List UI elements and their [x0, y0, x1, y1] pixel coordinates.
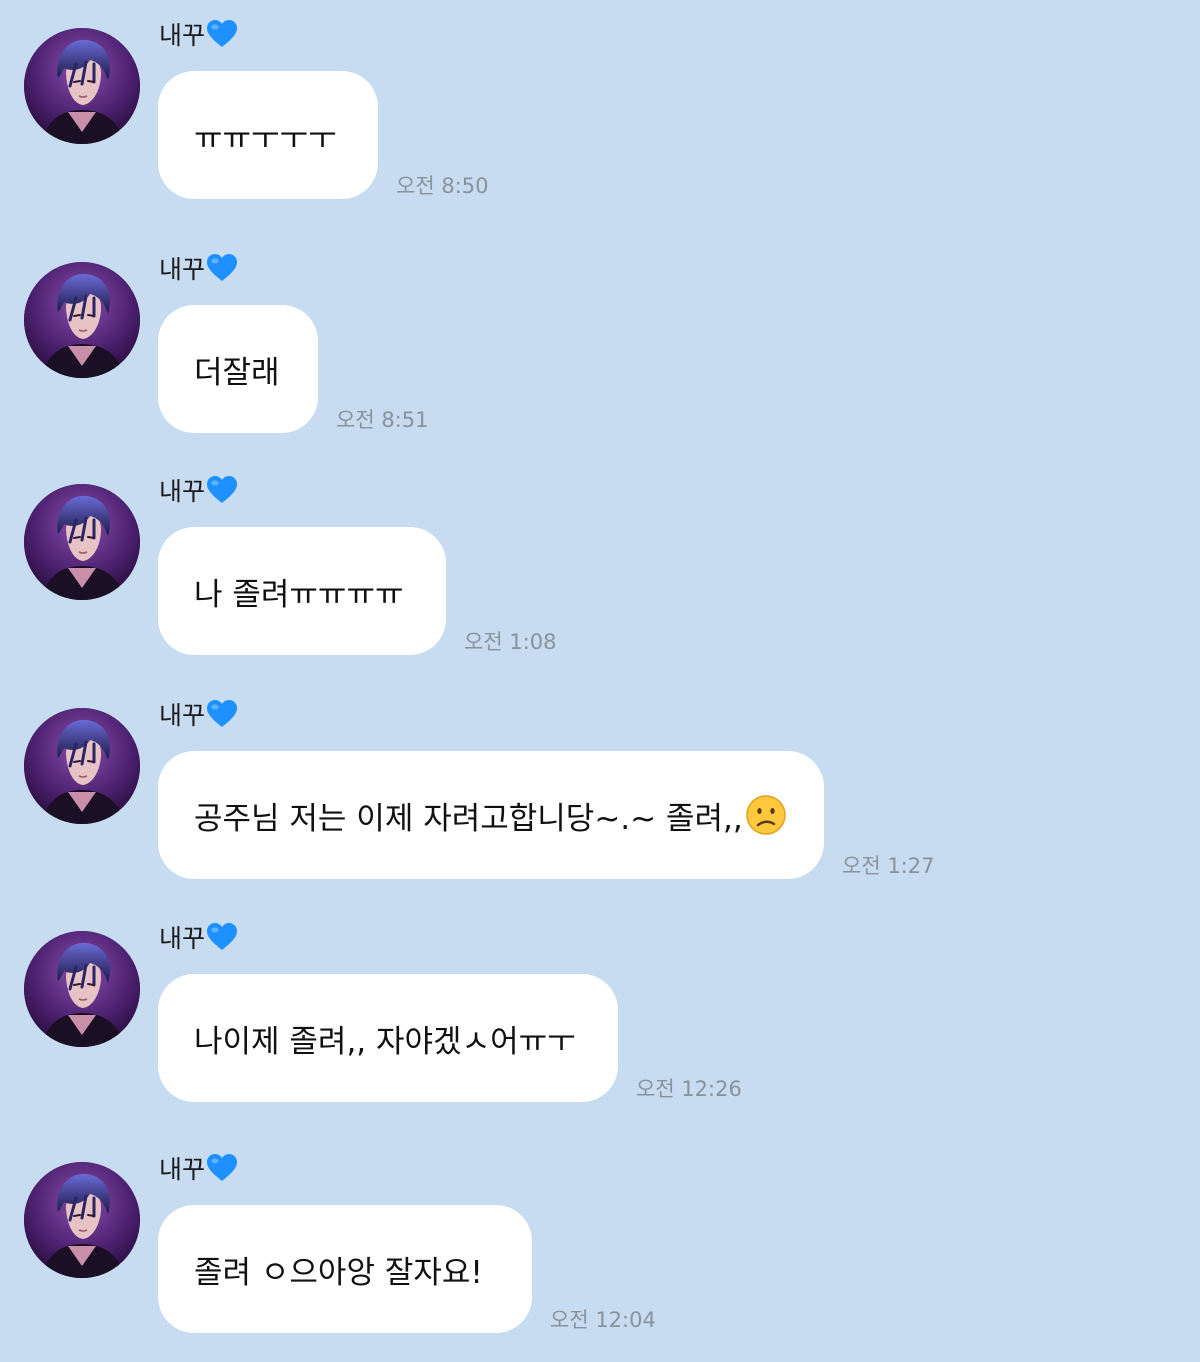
message-bubble[interactable]: 나이제 졸려,, 자야겠ㅅ어ㅠㅜ — [158, 974, 618, 1102]
sender-name: 내꾸 — [159, 250, 238, 286]
blue-heart-icon — [206, 253, 238, 283]
message-time: 오전 1:27 — [842, 854, 935, 878]
message-time: 오전 8:50 — [396, 174, 489, 198]
sender-name-text: 내꾸 — [159, 701, 206, 730]
message-bubble[interactable]: 더잘래 — [158, 305, 318, 433]
avatar[interactable] — [24, 931, 140, 1047]
avatar[interactable] — [24, 1162, 140, 1278]
message-text: 공주님 저는 이제 자려고합니당~.~ 졸려,, — [194, 800, 743, 837]
blue-heart-icon — [206, 922, 238, 952]
message-text: 나 졸려ㅠㅠㅠㅠ — [194, 576, 404, 613]
avatar[interactable] — [24, 262, 140, 378]
message-time: 오전 1:08 — [464, 630, 557, 654]
sender-name: 내꾸 — [159, 1150, 238, 1186]
blue-heart-icon — [206, 475, 238, 505]
message-time: 오전 8:51 — [336, 408, 429, 432]
sender-name-text: 내꾸 — [159, 1155, 206, 1184]
message-row: 내꾸 나 졸려ㅠㅠㅠㅠ 오전 1:08 — [0, 476, 1200, 684]
blue-heart-icon — [206, 1153, 238, 1183]
avatar[interactable] — [24, 708, 140, 824]
confused-face-icon — [745, 794, 787, 836]
blue-heart-icon — [206, 699, 238, 729]
message-bubble[interactable]: 졸려 ㅇ으아앙 잘자요! — [158, 1205, 532, 1333]
message-bubble[interactable]: 나 졸려ㅠㅠㅠㅠ — [158, 527, 446, 655]
sender-name: 내꾸 — [159, 696, 238, 732]
sender-name: 내꾸 — [159, 919, 238, 955]
sender-name: 내꾸 — [159, 16, 238, 52]
message-row: 내꾸 공주님 저는 이제 자려고합니당~.~ 졸려,, 오전 1:27 — [0, 700, 1200, 908]
message-text: 나이제 졸려,, 자야겠ㅅ어ㅠㅜ — [194, 1023, 576, 1060]
message-time: 오전 12:26 — [636, 1077, 742, 1101]
blue-heart-icon — [206, 19, 238, 49]
sender-name-text: 내꾸 — [159, 255, 206, 284]
sender-name-text: 내꾸 — [159, 924, 206, 953]
message-row: 내꾸 나이제 졸려,, 자야겠ㅅ어ㅠㅜ 오전 12:26 — [0, 923, 1200, 1131]
message-bubble[interactable]: ㅠㅠㅜㅜㅜ — [158, 71, 378, 199]
message-row: 내꾸 졸려 ㅇ으아앙 잘자요! 오전 12:04 — [0, 1154, 1200, 1362]
sender-name-text: 내꾸 — [159, 21, 206, 50]
sender-name-text: 내꾸 — [159, 477, 206, 506]
message-row: 내꾸 ㅠㅠㅜㅜㅜ 오전 8:50 — [0, 20, 1200, 228]
message-time: 오전 12:04 — [550, 1308, 656, 1332]
sender-name: 내꾸 — [159, 472, 238, 508]
message-text: 졸려 ㅇ으아앙 잘자요! — [194, 1254, 483, 1291]
avatar[interactable] — [24, 28, 140, 144]
message-text: 더잘래 — [194, 354, 280, 391]
message-bubble[interactable]: 공주님 저는 이제 자려고합니당~.~ 졸려,, — [158, 751, 824, 879]
message-text: ㅠㅠㅜㅜㅜ — [194, 120, 337, 157]
message-row: 내꾸 더잘래 오전 8:51 — [0, 254, 1200, 462]
avatar[interactable] — [24, 484, 140, 600]
